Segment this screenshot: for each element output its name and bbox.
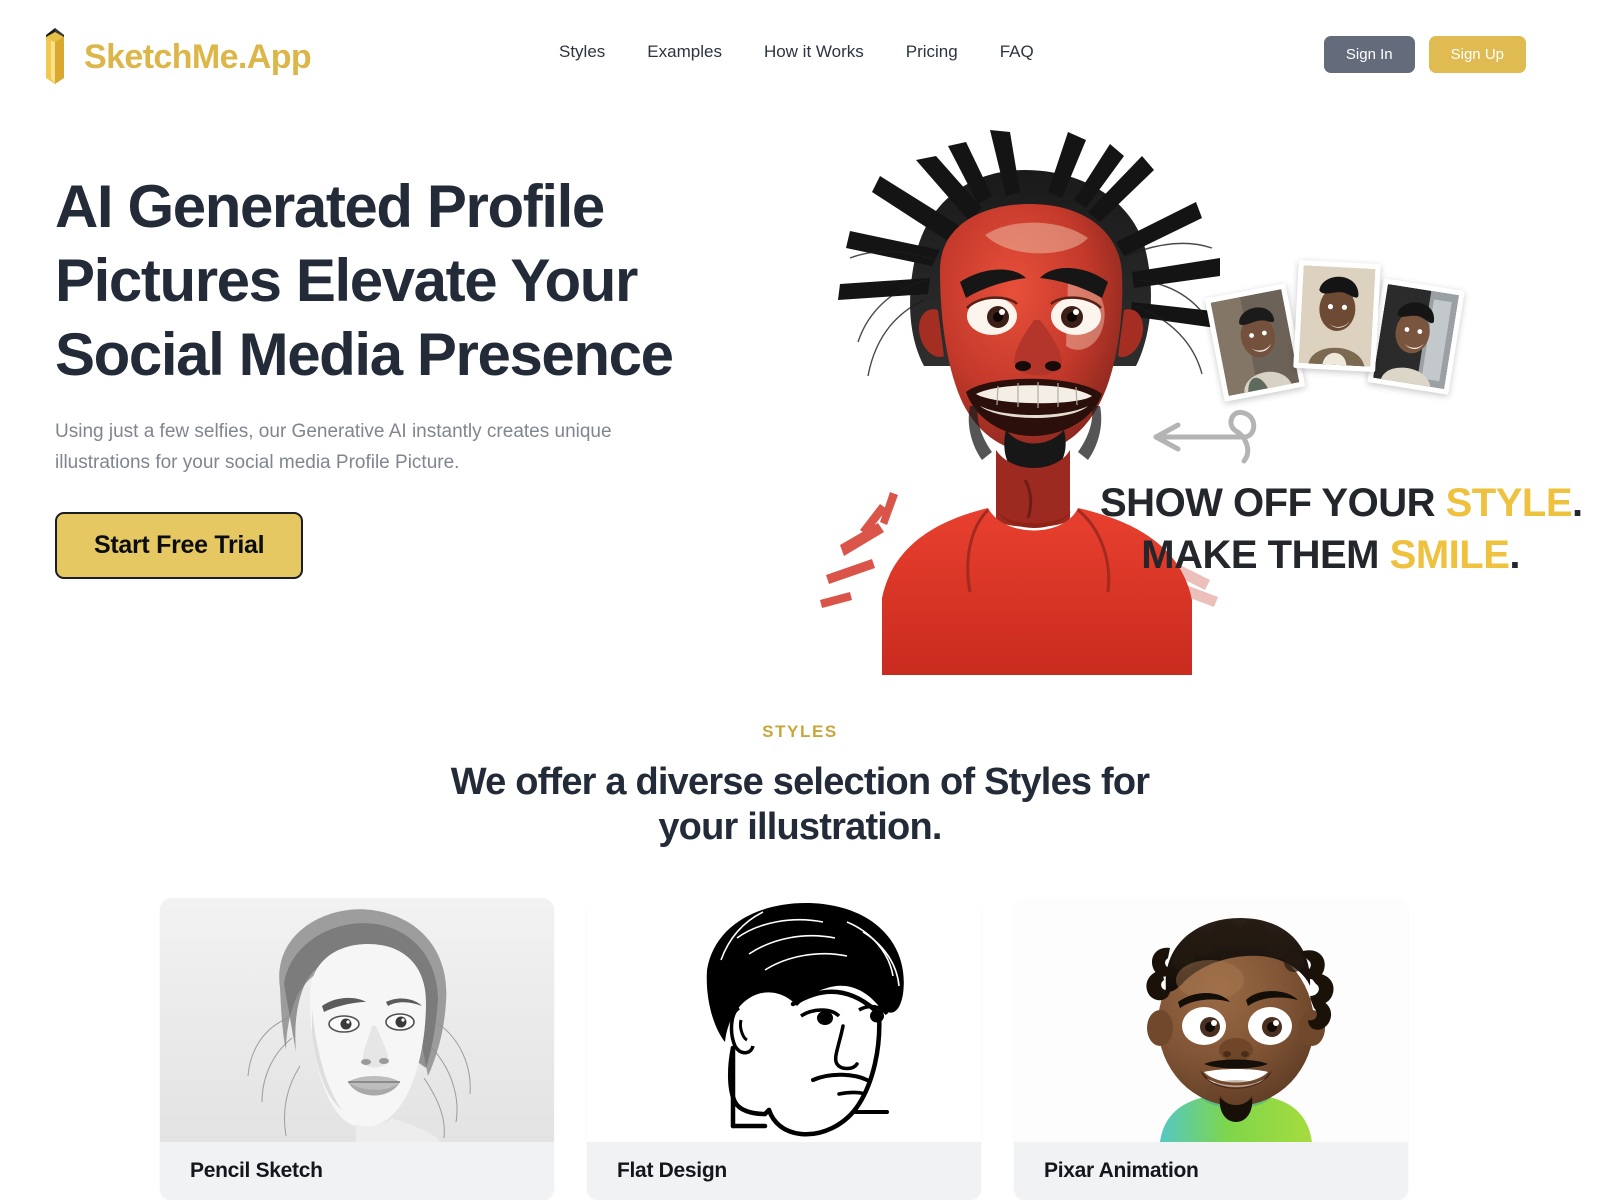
style-card-label: Flat Design: [587, 1142, 981, 1200]
landing-page: SketchMe.App Styles Examples How it Work…: [0, 0, 1600, 1200]
site-header: SketchMe.App Styles Examples How it Work…: [0, 0, 1600, 112]
nav-item-styles[interactable]: Styles: [559, 42, 605, 62]
tagline-line-1-main: SHOW OFF YOUR: [1100, 481, 1435, 525]
pencil-icon: [38, 26, 72, 88]
style-card-label: Pixar Animation: [1014, 1142, 1408, 1200]
styles-section-title: We offer a diverse selection of Styles f…: [450, 761, 1150, 848]
selfie-photo-3: [1367, 278, 1465, 395]
hero-title: AI Generated Profile Pictures Elevate Yo…: [55, 173, 674, 388]
nav-item-pricing[interactable]: Pricing: [906, 42, 958, 62]
curly-arrow-left-icon: [1153, 409, 1257, 464]
pencil-sketch-image: [160, 898, 554, 1142]
brand-logo[interactable]: SketchMe.App: [38, 26, 312, 88]
tagline-period-2: .: [1509, 533, 1520, 577]
selfie-photo-1: [1204, 283, 1306, 402]
nav-item-faq[interactable]: FAQ: [1000, 42, 1034, 62]
start-free-trial-button[interactable]: Start Free Trial: [55, 512, 304, 579]
sign-up-button[interactable]: Sign Up: [1428, 36, 1526, 73]
sign-in-button[interactable]: Sign In: [1323, 36, 1415, 73]
style-card-label: Pencil Sketch: [160, 1142, 554, 1200]
brand-name: SketchMe.App: [84, 38, 312, 76]
tagline-line-2: MAKE THEM SMILE.: [1100, 529, 1520, 581]
style-card-flat-design[interactable]: Flat Design: [587, 898, 981, 1200]
styles-eyebrow: STYLES: [762, 722, 838, 741]
flat-design-image: [587, 898, 981, 1142]
tagline-line-1-accent: STYLE: [1445, 481, 1573, 525]
tagline-line-2-accent: SMILE: [1389, 533, 1510, 577]
hero-section: AI Generated Profile Pictures Elevate Yo…: [0, 112, 1600, 692]
styles-section: STYLES We offer a diverse selection of S…: [0, 692, 1600, 1200]
hero-subtitle: Using just a few selfies, our Generative…: [55, 421, 612, 473]
style-card-pixar-animation[interactable]: Pixar Animation: [1014, 898, 1408, 1200]
tagline-line-1: SHOW OFF YOUR STYLE.: [1100, 477, 1583, 529]
tagline-period-1: .: [1572, 481, 1583, 525]
tagline-line-2-main: MAKE THEM: [1141, 533, 1380, 577]
hero-tagline: SHOW OFF YOUR STYLE. MAKE THEM SMILE.: [1100, 477, 1583, 581]
main-nav: Styles Examples How it Works Pricing FAQ: [559, 42, 1034, 62]
nav-item-examples[interactable]: Examples: [647, 42, 722, 62]
pixar-animation-image: [1014, 898, 1408, 1142]
style-cards: Pencil Sketch Flat Design Pixar Animatio…: [160, 898, 1408, 1200]
hero-copy: AI Generated Profile Pictures Elevate Yo…: [55, 170, 735, 579]
auth-actions: Sign In Sign Up: [1323, 36, 1526, 73]
nav-item-how-it-works[interactable]: How it Works: [764, 42, 864, 62]
hero-illustration: SHOW OFF YOUR STYLE. MAKE THEM SMILE.: [800, 122, 1583, 682]
selfie-photo-2: [1293, 259, 1381, 373]
style-card-pencil-sketch[interactable]: Pencil Sketch: [160, 898, 554, 1200]
